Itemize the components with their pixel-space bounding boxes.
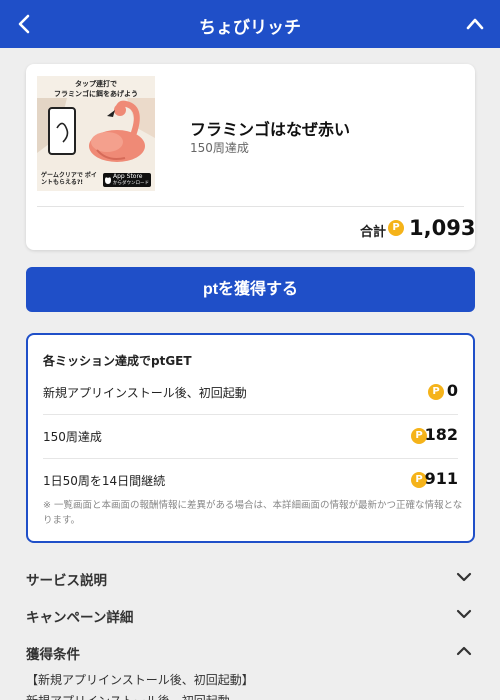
banner-footer-text: ゲームクリアで ポイントもらえる?! [41, 172, 97, 186]
accordion-campaign-details[interactable]: キャンペーン詳細 [26, 604, 475, 628]
mission-label: 150周達成 [43, 430, 102, 444]
card-divider [37, 206, 464, 207]
disclaimer-note: ※ 一覧画面と本画面の報酬情報に差異がある場合は、本詳細画面の情報が最新かつ正確… [43, 500, 463, 526]
row-divider [43, 458, 458, 459]
store-badge-line1: App Store [113, 173, 143, 180]
point-coin-icon: P [428, 384, 444, 400]
banner-caption-1: タップ連打で [75, 80, 117, 88]
app-header: ちょびリッチ [0, 0, 500, 48]
missions-title: 各ミッション達成でptGET [43, 354, 192, 368]
accordion-service-description[interactable]: サービス説明 [26, 567, 475, 591]
store-badge-line2: からダウンロード [113, 181, 149, 186]
condition-text: 新規アプリインストール後、初回起動 [26, 692, 230, 700]
total-label: 合計 [360, 225, 387, 240]
total-points: 1,093 [409, 216, 476, 240]
mission-row: 1日50周を14日間継続 P 911 [43, 468, 458, 494]
app-subtitle: 150周達成 [190, 141, 249, 155]
get-points-button[interactable]: ptを獲得する [26, 267, 475, 312]
missions-card: 各ミッション達成でptGET 新規アプリインストール後、初回起動 P 0 150… [26, 333, 475, 543]
accordion-label: 獲得条件 [26, 647, 80, 663]
app-name: フラミンゴはなぜ赤い [190, 120, 351, 139]
mission-points: 0 [446, 381, 458, 400]
mission-row: 150周達成 P 182 [43, 424, 458, 459]
banner-footer: ゲームクリアで ポイントもらえる?! App Store からダウンロード [41, 172, 151, 189]
point-coin-icon: P [388, 220, 404, 236]
app-store-badge: App Store からダウンロード [103, 173, 151, 187]
page-title: ちょびリッチ [199, 18, 301, 38]
offer-card: タップ連打で フラミンゴに餌をあげよう ゲームクリアで ポイントもらえる?! A [26, 64, 475, 250]
flamingo-illustration [37, 98, 155, 170]
chevron-down-icon [456, 572, 472, 582]
mission-points: 182 [424, 425, 458, 444]
apple-icon [105, 177, 111, 184]
chevron-down-icon [456, 609, 472, 619]
mission-label: 1日50周を14日間継続 [43, 474, 166, 488]
condition-heading: 【新規アプリインストール後、初回起動】 [26, 673, 254, 687]
mission-points: 911 [424, 469, 458, 488]
accordion-label: キャンペーン詳細 [26, 610, 134, 626]
chevron-up-icon [456, 646, 472, 656]
app-banner-image: タップ連打で フラミンゴに餌をあげよう ゲームクリアで ポイントもらえる?! A [37, 76, 155, 191]
mission-row: 新規アプリインストール後、初回起動 P 0 [43, 380, 458, 415]
accordion-acquisition-conditions[interactable]: 獲得条件 [26, 641, 475, 665]
row-divider [43, 414, 458, 415]
mission-label: 新規アプリインストール後、初回起動 [43, 386, 247, 400]
accordion-label: サービス説明 [26, 573, 107, 589]
chevron-up-icon[interactable] [464, 14, 486, 34]
